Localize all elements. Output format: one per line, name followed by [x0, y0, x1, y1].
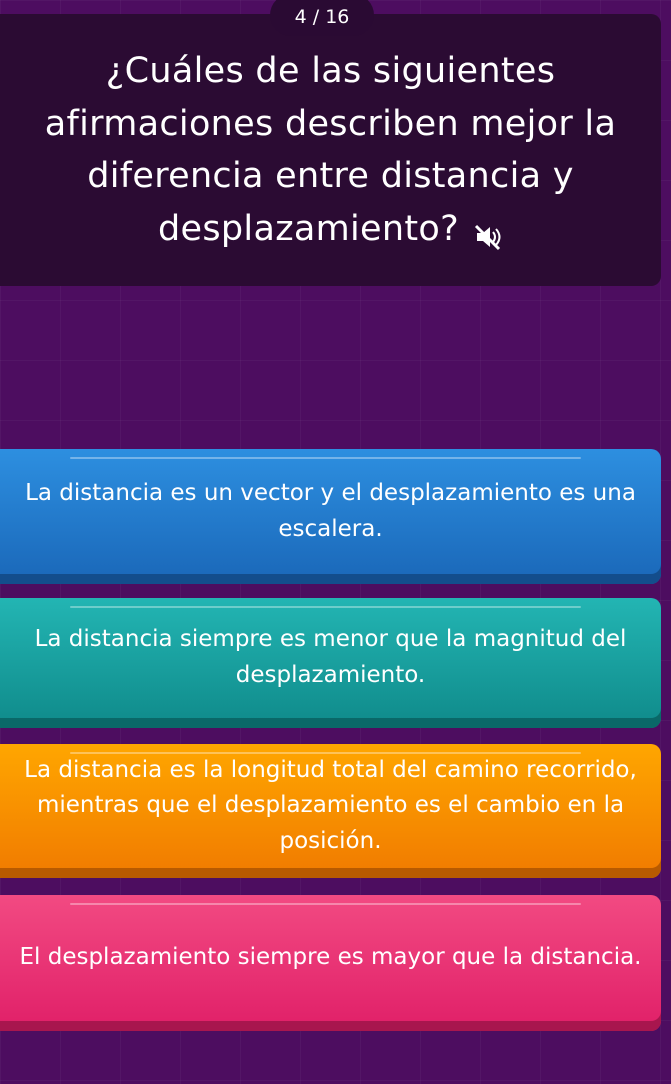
quiz-screen: ¿Cuáles de las siguientes afirmaciones d… — [0, 0, 671, 1084]
answer-option-4[interactable]: El desplazamiento siempre es mayor que l… — [0, 895, 661, 1031]
question-text: ¿Cuáles de las siguientes afirmaciones d… — [30, 45, 631, 255]
speaker-mute-icon[interactable] — [473, 215, 503, 250]
answer-option-3[interactable]: La distancia es la longitud total del ca… — [0, 744, 661, 878]
answer-list: La distancia es un vector y el desplazam… — [0, 449, 671, 1051]
answer-label: La distancia siempre es menor que la mag… — [34, 626, 627, 688]
answer-label: La distancia es la longitud total del ca… — [24, 756, 637, 854]
answer-label: La distancia es un vector y el desplazam… — [25, 479, 636, 542]
question-label: ¿Cuáles de las siguientes afirmaciones d… — [44, 51, 617, 249]
question-panel: ¿Cuáles de las siguientes afirmaciones d… — [0, 14, 661, 286]
answer-option-2[interactable]: La distancia siempre es menor que la mag… — [0, 598, 661, 728]
question-counter: 4 / 16 — [270, 0, 374, 36]
answer-option-1[interactable]: La distancia es un vector y el desplazam… — [0, 449, 661, 584]
answer-label: El desplazamiento siempre es mayor que l… — [19, 944, 642, 971]
